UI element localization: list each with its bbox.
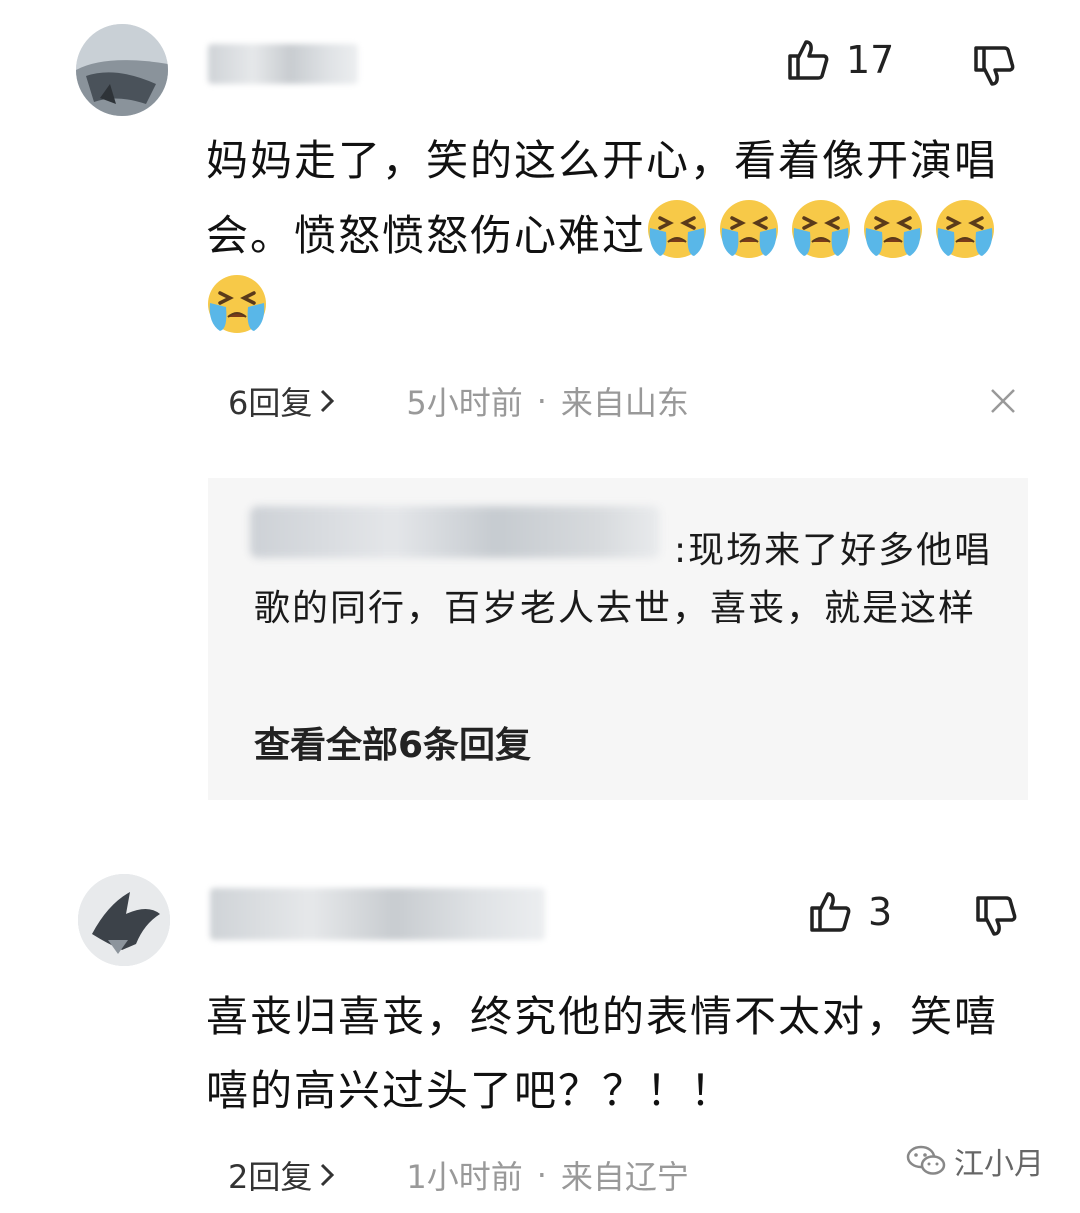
username-blurred[interactable] bbox=[210, 888, 545, 940]
like-count: 17 bbox=[846, 38, 895, 82]
like-button[interactable]: 3 bbox=[808, 890, 892, 934]
close-button[interactable] bbox=[988, 386, 1018, 420]
avatar-image bbox=[76, 24, 168, 116]
chevron-right-icon bbox=[321, 1163, 335, 1187]
wechat-icon bbox=[906, 1145, 946, 1175]
reply-prefix: : bbox=[674, 530, 689, 571]
reply-preview[interactable]: :现场来了好多他唱歌的同行，百岁老人去世，喜丧，就是这样 查看全部6条回复 bbox=[208, 478, 1028, 800]
like-count: 3 bbox=[868, 890, 893, 934]
replies-link[interactable]: 6回复 bbox=[228, 378, 336, 424]
meta-separator: · bbox=[536, 1156, 547, 1194]
loudly-crying-face-icon bbox=[720, 200, 779, 258]
thumbs-up-icon bbox=[788, 40, 829, 80]
username-blurred[interactable] bbox=[208, 44, 358, 84]
thumbs-down-icon bbox=[976, 896, 1017, 936]
close-icon bbox=[991, 389, 1015, 413]
replies-count: 6回复 bbox=[228, 384, 313, 422]
avatar-image bbox=[78, 874, 170, 966]
replies-count: 2回复 bbox=[228, 1158, 313, 1196]
dislike-button[interactable] bbox=[974, 894, 1018, 942]
comment-location: 来自辽宁 bbox=[560, 1158, 689, 1196]
thumbs-down-icon bbox=[974, 46, 1015, 86]
loudly-crying-face-icon bbox=[648, 200, 707, 258]
replies-link[interactable]: 2回复 bbox=[228, 1152, 336, 1198]
loudly-crying-face-icon bbox=[864, 200, 923, 258]
view-all-replies-link[interactable]: 查看全部6条回复 bbox=[254, 716, 531, 768]
comment-time: 1小时前 bbox=[406, 1158, 523, 1196]
avatar[interactable] bbox=[76, 24, 168, 116]
comment-meta: 6回复 5小时前 · 来自山东 bbox=[228, 378, 689, 424]
watermark: 江小月 bbox=[906, 1139, 1044, 1183]
reply-content: 现场来了好多他唱歌的同行，百岁老人去世，喜丧，就是这样 bbox=[254, 530, 993, 629]
loudly-crying-face-icon bbox=[936, 200, 995, 258]
chevron-right-icon bbox=[321, 389, 335, 413]
comment-time: 5小时前 bbox=[406, 384, 523, 422]
dislike-button[interactable] bbox=[972, 44, 1016, 92]
thumbs-up-icon bbox=[810, 892, 851, 932]
comment-location: 来自山东 bbox=[560, 384, 689, 422]
comment-text: 妈妈走了，笑的这么开心，看着像开演唱会。愤怒愤怒伤心难过 bbox=[206, 124, 1026, 348]
reply-text: :现场来了好多他唱歌的同行，百岁老人去世，喜丧，就是这样 bbox=[254, 522, 994, 638]
comment-text: 喜丧归喜丧，终究他的表情不太对，笑嘻嘻的高兴过头了吧？？！！ bbox=[206, 992, 999, 1115]
watermark-text: 江小月 bbox=[954, 1147, 1044, 1182]
loudly-crying-face-icon bbox=[208, 275, 266, 333]
like-button[interactable]: 17 bbox=[786, 38, 894, 82]
loudly-crying-face-icon bbox=[792, 200, 851, 258]
avatar[interactable] bbox=[78, 874, 170, 966]
meta-separator: · bbox=[536, 382, 547, 420]
comment-meta: 2回复 1小时前 · 来自辽宁 bbox=[228, 1152, 689, 1198]
